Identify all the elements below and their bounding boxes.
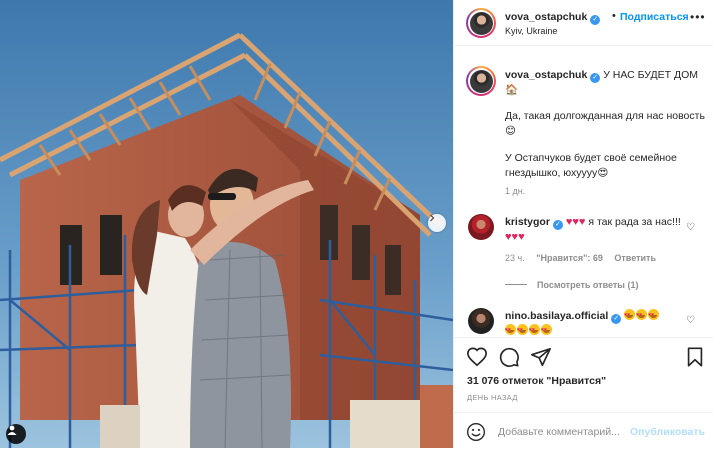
comment-input[interactable] — [498, 423, 623, 441]
author-username[interactable]: vova_ostapchuk ✓ — [505, 11, 601, 25]
post-header: vova_ostapchuk ✓ • Подписаться Kyiv, Ukra… — [454, 0, 713, 46]
follow-button[interactable]: Подписаться — [620, 11, 689, 23]
heart-eyes-emoji — [624, 308, 636, 322]
add-comment-bar: Опубликовать — [454, 412, 713, 449]
comment-like-heart-icon[interactable]: ♡ — [686, 222, 695, 233]
heart-eyes-emoji — [505, 323, 516, 337]
publish-button[interactable]: Опубликовать — [630, 426, 705, 438]
chevron-right-icon — [430, 214, 435, 222]
instagram-post: vova_ostapchuk ✓ • Подписаться Kyiv, Ukra… — [0, 0, 713, 448]
post-date[interactable]: ДЕНЬ НАЗАД — [467, 393, 518, 402]
verified-badge-icon: ✓ — [611, 314, 622, 324]
caption-avatar[interactable] — [466, 66, 496, 96]
house-emoji: 🏠 — [505, 84, 519, 96]
emoji-smile-icon[interactable] — [466, 422, 486, 442]
caption-title: У НАС БУДЕТ ДОМ — [603, 69, 698, 81]
comment-bubble-icon[interactable] — [498, 346, 520, 368]
next-photo-button[interactable] — [428, 214, 446, 232]
comment-meta: 23 ч. "Нравится": 69 Ответить — [505, 253, 665, 263]
author-avatar[interactable] — [466, 8, 496, 38]
view-replies-button[interactable]: Посмотреть ответы (1) — [505, 280, 638, 290]
bookmark-icon[interactable] — [684, 346, 706, 368]
share-send-icon[interactable] — [530, 346, 552, 368]
verified-badge-icon: ✓ — [552, 220, 563, 230]
heart-eyes-emoji — [636, 308, 648, 322]
heart-eyes-emoji — [648, 308, 660, 322]
caption-username[interactable]: vova_ostapchuk — [505, 69, 587, 81]
caption-paragraph-3: У Остапчуков будет своё семейное гнездыш… — [505, 152, 677, 179]
commenter-username[interactable]: nino.basilaya.official — [505, 310, 608, 322]
comment-time: 23 ч. — [505, 253, 525, 263]
post-photo[interactable] — [0, 0, 453, 448]
verified-badge-icon: ✓ — [590, 15, 601, 25]
caption-paragraph-2: Да, такая долгожданная для нас новость😊 — [505, 110, 705, 137]
commenter-avatar[interactable] — [468, 214, 494, 240]
photo-illustration — [0, 0, 453, 448]
heart-eyes-emoji — [517, 323, 528, 337]
commenter-avatar[interactable] — [468, 308, 494, 334]
more-options-icon[interactable]: ••• — [690, 10, 706, 24]
likes-count[interactable]: 31 076 отметок "Нравится" — [467, 375, 606, 387]
caption-timestamp: 1 дн. — [505, 186, 526, 196]
comment-likes-count[interactable]: "Нравится": 69 — [536, 253, 603, 263]
verified-badge-icon: ✓ — [590, 73, 601, 83]
commenter-username[interactable]: kristygor — [505, 216, 550, 228]
comment-text: kristygor ✓ ♥♥♥ я так рада за нас!!!♥♥♥ — [505, 216, 681, 243]
hearts-emoji: ♥♥♥ — [565, 216, 586, 228]
replies-divider — [505, 284, 527, 285]
post-side-panel: vova_ostapchuk ✓ • Подписаться Kyiv, Ukra… — [453, 0, 713, 448]
comment-text: nino.basilaya.official ✓ — [505, 308, 685, 337]
heart-eyes-emoji — [541, 323, 552, 337]
separator-dot: • — [612, 10, 616, 22]
heart-eyes-emoji — [529, 323, 540, 337]
caption-line1: vova_ostapchuk ✓ У НАС БУДЕТ ДОМ 🏠 — [505, 68, 705, 97]
tagged-users-button[interactable] — [6, 424, 26, 444]
like-heart-icon[interactable] — [466, 346, 488, 368]
user-icon — [7, 425, 17, 435]
comment-like-heart-icon[interactable]: ♡ — [686, 315, 695, 326]
comments-list[interactable]: vova_ostapchuk ✓ У НАС БУДЕТ ДОМ 🏠 Да, та… — [454, 47, 713, 337]
hearts-emoji: ♥♥♥ — [505, 231, 525, 243]
post-actions: 31 076 отметок "Нравится" ДЕНЬ НАЗАД Опу… — [454, 337, 713, 448]
location-link[interactable]: Kyiv, Ukraine — [505, 26, 557, 36]
reply-button[interactable]: Ответить — [614, 253, 656, 263]
